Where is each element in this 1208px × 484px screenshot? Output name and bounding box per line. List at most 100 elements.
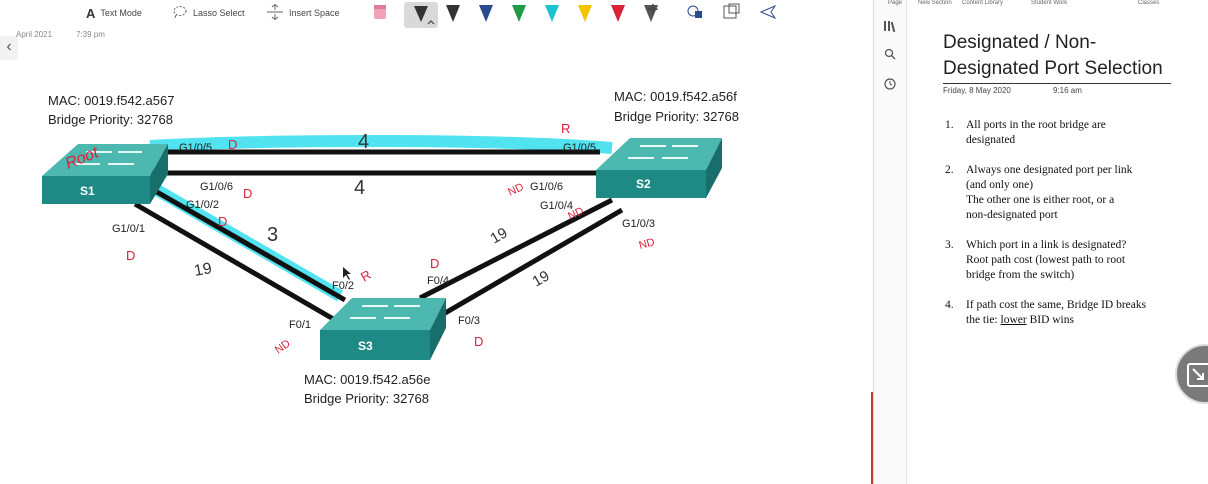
port-s3-f03: F0/3 — [458, 315, 480, 327]
replay-tool[interactable] — [758, 2, 777, 22]
library-icon[interactable] — [881, 20, 899, 36]
port-s3-f01: F0/1 — [289, 319, 311, 331]
shapes-tool[interactable] — [686, 2, 704, 22]
page-title: Designated / Non-Designated Port Selecti… — [943, 32, 1163, 79]
lasso-icon — [172, 5, 188, 22]
hw-cost-19-right2: 19 — [530, 267, 553, 290]
note-number: 2. — [945, 164, 954, 176]
hw-r-s3-f02: R — [358, 267, 374, 285]
note-number: 4. — [945, 299, 954, 311]
stp-topology-diagram: S1 S2 S3 MAC: 0019.f542.a567 Bridge Prio… — [42, 89, 739, 406]
navigation-rail — [874, 0, 907, 484]
title-underline — [943, 83, 1171, 84]
note-line: bridge from the switch) — [966, 269, 1075, 281]
text-mode-icon: A — [86, 5, 96, 21]
note-line: Always one designated port per link — [966, 164, 1133, 176]
switch-s2[interactable]: S2 — [596, 138, 722, 198]
pen-tool[interactable] — [477, 2, 495, 22]
plus-icon: + — [647, 0, 659, 21]
hw-d-s1-g106: D — [243, 186, 252, 201]
text-mode-label: Text Mode — [100, 8, 142, 18]
link-s1-s3-a — [148, 185, 347, 303]
pen-tool[interactable] — [444, 2, 462, 22]
note-tail-suffix: BID wins — [1026, 314, 1074, 326]
hw-nd-s3-f01: ND — [273, 337, 293, 356]
highlight-s1-s2 — [149, 135, 613, 154]
hw-d-s3-f04: D — [430, 256, 439, 271]
s1-priority: Bridge Priority: 32768 — [48, 112, 173, 127]
eraser-tool[interactable] — [371, 2, 389, 22]
notes-list: 1. All ports in the root bridge are desi… — [945, 118, 1193, 343]
note-time: 9:16 am — [1053, 86, 1082, 95]
lasso-select-button[interactable]: Lasso Select — [172, 5, 245, 21]
cursor-icon — [343, 267, 351, 280]
hw-cost-top: 4 — [358, 131, 369, 153]
recent-clock-icon[interactable] — [881, 78, 899, 94]
port-s2-g105: G1/0/5 — [563, 142, 596, 154]
note-line: If path cost the same, Bridge ID breaks — [966, 299, 1147, 311]
note-line: All ports in the root bridge are — [966, 119, 1106, 131]
insert-space-icon — [266, 3, 284, 23]
pen-tool-selected[interactable] — [404, 2, 438, 28]
pen-tool[interactable] — [543, 2, 561, 22]
hw-cost-mid: 4 — [354, 177, 365, 199]
switch-s1-label: S1 — [80, 184, 95, 198]
top-tabs: Page New Section Content Library Student… — [874, 0, 1208, 9]
port-s2-g103: G1/0/3 — [622, 218, 655, 230]
hw-d-s1-g101: D — [126, 248, 135, 263]
tab-page[interactable]: Page — [888, 0, 902, 6]
s3-mac: MAC: 0019.f542.a56e — [304, 372, 430, 387]
port-s3-f04: F0/4 — [427, 275, 449, 287]
switch-s2-label: S2 — [636, 177, 651, 191]
drawing-toolbar: A Text Mode Lasso Select Insert Space + — [0, 0, 872, 29]
port-s1-g105: G1/0/5 — [179, 142, 212, 154]
note-item: 1. All ports in the root bridge are desi… — [945, 118, 1193, 148]
tab-new-section[interactable]: New Section — [918, 0, 952, 6]
note-date: Friday, 8 May 2020 — [943, 86, 1011, 95]
hw-cost-19-left: 19 — [193, 260, 214, 280]
link-s1-s3-b — [133, 201, 337, 323]
text-mode-button[interactable]: A Text Mode — [86, 5, 142, 21]
port-s1-g102: G1/0/2 — [186, 199, 219, 211]
note-line: the tie: lower BID wins — [966, 313, 1193, 328]
switch-s1[interactable]: S1 — [42, 144, 168, 204]
note-line: Root path cost (lowest path to root — [966, 254, 1126, 266]
port-s1-g101: G1/0/1 — [112, 223, 145, 235]
add-pen-button[interactable]: + — [647, 0, 659, 21]
tab-content-library[interactable]: Content Library — [962, 0, 1003, 6]
hw-cost-19-right1: 19 — [488, 224, 511, 247]
hw-nd-s2-g103: ND — [638, 236, 657, 252]
note-number: 3. — [945, 239, 954, 251]
note-item: 3. Which port in a link is designated? R… — [945, 238, 1193, 283]
switch-s3[interactable]: S3 — [320, 298, 446, 360]
insert-space-button[interactable]: Insert Space — [266, 3, 340, 23]
tab-student-work[interactable]: Student Work — [1031, 0, 1067, 6]
note-line: Which port in a link is designated? — [966, 239, 1127, 251]
note-line: The other one is either root, or a — [966, 194, 1115, 206]
s3-priority: Bridge Priority: 32768 — [304, 391, 429, 406]
pen-tool[interactable] — [510, 2, 528, 22]
link-s2-s3-b — [438, 207, 624, 319]
hw-r-s2-g105: R — [561, 121, 570, 136]
note-line: designated — [966, 134, 1016, 146]
port-s3-f02: F0/2 — [332, 280, 354, 292]
pen-tool[interactable] — [609, 2, 627, 22]
search-icon[interactable] — [881, 48, 899, 64]
note-tail-prefix: the tie: — [966, 314, 1001, 326]
hw-d-s1-g102: D — [218, 214, 227, 229]
s1-mac: MAC: 0019.f542.a567 — [48, 93, 174, 108]
s2-mac: MAC: 0019.f542.a56f — [614, 89, 737, 104]
note-item: 4. If path cost the same, Bridge ID brea… — [945, 298, 1193, 328]
image-insert-tool[interactable] — [722, 2, 740, 22]
note-underlined-word: lower — [1000, 314, 1027, 326]
hw-d-s1-g105: D — [228, 137, 237, 152]
switch-s3-label: S3 — [358, 339, 373, 353]
pen-tool[interactable] — [576, 2, 594, 22]
insert-space-label: Insert Space — [289, 8, 340, 18]
note-item: 2. Always one designated port per link (… — [945, 163, 1193, 223]
lasso-select-label: Lasso Select — [193, 8, 245, 18]
tab-classes[interactable]: Classes — [1138, 0, 1159, 6]
note-number: 1. — [945, 119, 954, 131]
page-preview-panel: Designated / Non-Designated Port Selecti… — [907, 10, 1208, 484]
note-line: non-designated port — [966, 209, 1058, 221]
